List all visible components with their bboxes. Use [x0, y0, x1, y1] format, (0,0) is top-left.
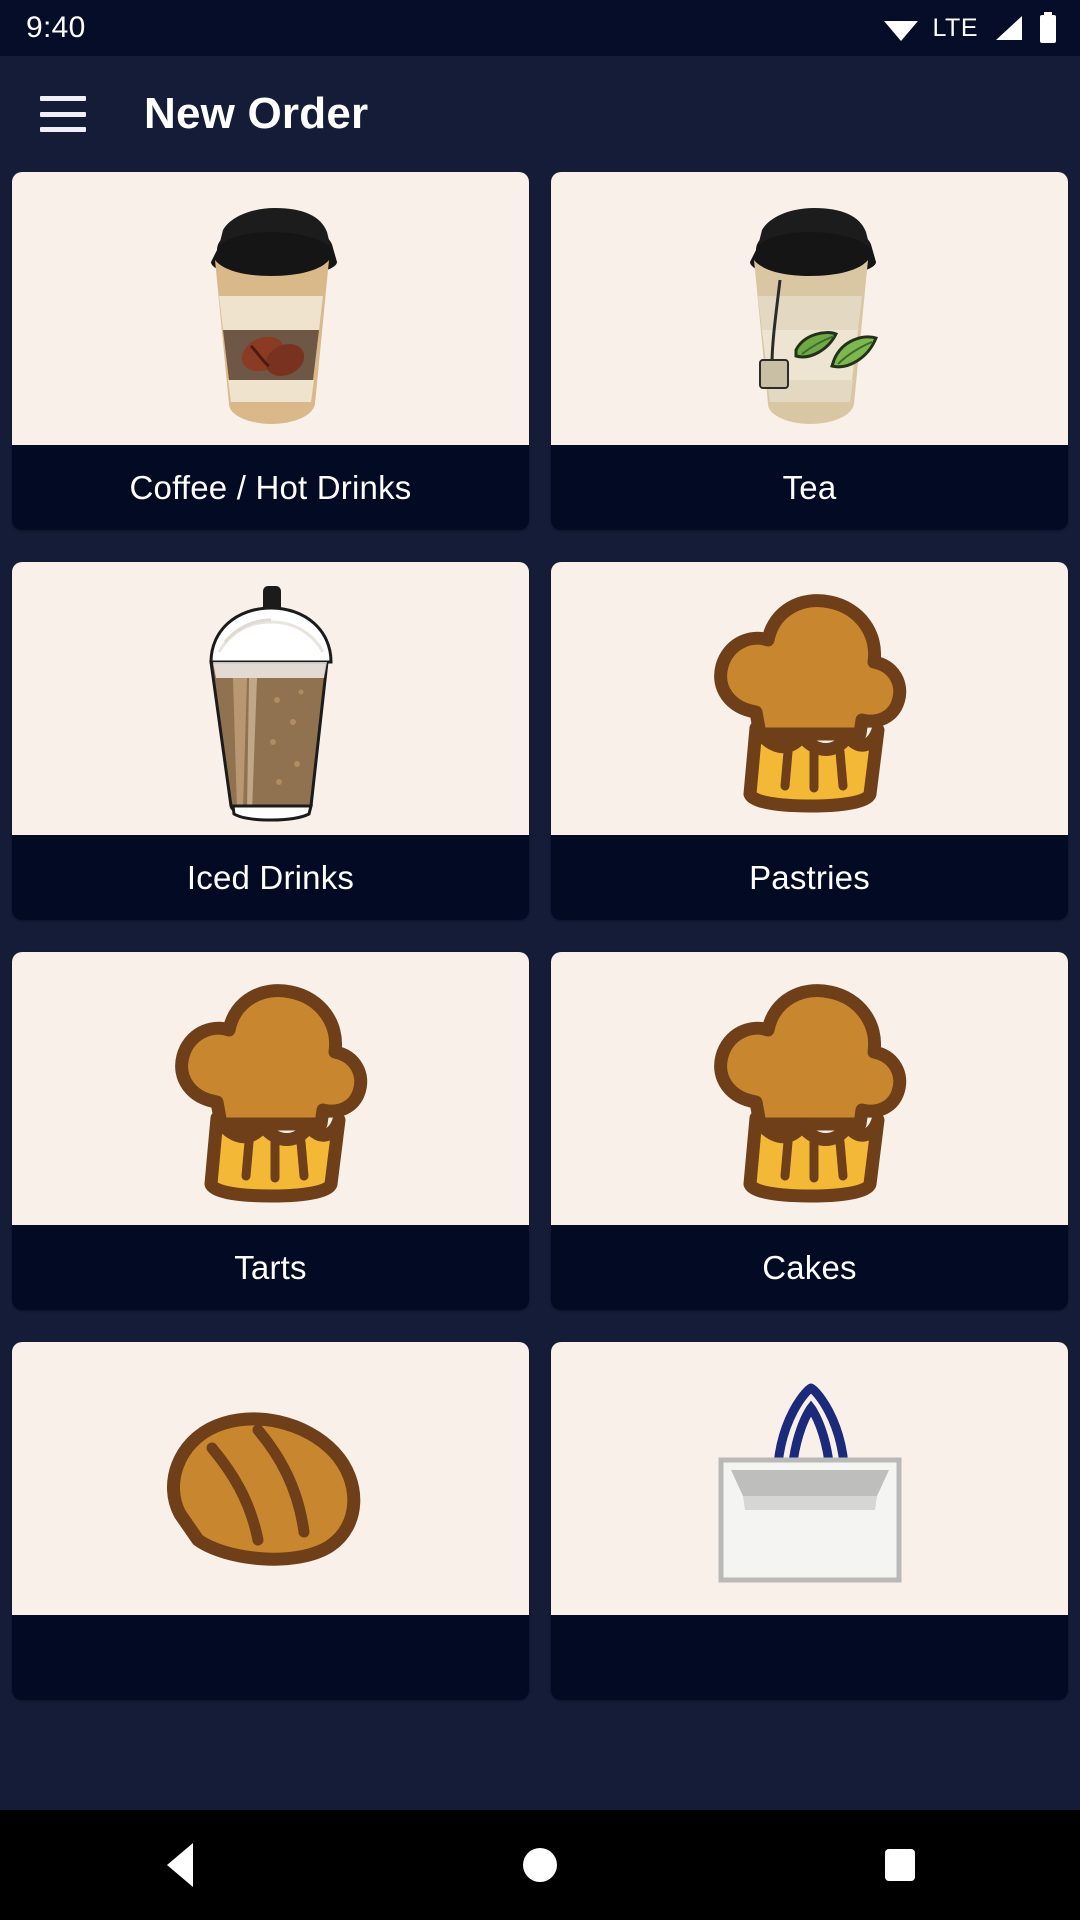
category-thumbnail — [551, 952, 1068, 1225]
recents-square-icon — [885, 1849, 915, 1881]
hamburger-line — [40, 111, 86, 117]
category-thumbnail — [551, 562, 1068, 835]
wifi-icon — [883, 14, 919, 42]
cellular-signal-icon — [992, 14, 1024, 42]
page-title: New Order — [144, 89, 369, 138]
category-label: Coffee / Hot Drinks — [129, 468, 412, 506]
back-triangle-icon — [167, 1843, 193, 1887]
category-thumbnail — [12, 1342, 529, 1615]
battery-icon — [1038, 12, 1058, 44]
category-card-tea[interactable]: Tea — [551, 172, 1068, 530]
muffin-icon — [151, 974, 391, 1204]
status-bar-clock: 9:40 — [26, 11, 86, 44]
nav-home-button[interactable] — [480, 1810, 600, 1920]
app-screen: 9:40 LTE New Order Coffee / Hot Drinks T… — [0, 0, 1080, 1920]
hamburger-menu-icon[interactable] — [40, 96, 86, 132]
muffin-icon — [690, 584, 930, 814]
iced-drink-icon — [181, 574, 361, 824]
category-label: Tarts — [234, 1248, 307, 1286]
app-bar: New Order — [0, 56, 1080, 172]
category-grid: Coffee / Hot Drinks Tea Iced Drinks Past… — [0, 172, 1080, 1700]
hamburger-line — [40, 96, 86, 101]
category-card-iced-drinks[interactable]: Iced Drinks — [12, 562, 529, 920]
category-thumbnail — [551, 1342, 1068, 1615]
category-label: Tea — [782, 468, 837, 506]
category-label: Cakes — [762, 1248, 857, 1286]
category-card-bag[interactable] — [551, 1342, 1068, 1700]
category-label — [551, 1615, 1068, 1700]
category-card-pastries[interactable]: Pastries — [551, 562, 1068, 920]
category-thumbnail — [12, 562, 529, 835]
category-card-bread[interactable] — [12, 1342, 529, 1700]
category-card-cakes[interactable]: Cakes — [551, 952, 1068, 1310]
status-bar: 9:40 LTE — [0, 0, 1080, 56]
category-label — [12, 1615, 529, 1700]
category-thumbnail — [551, 172, 1068, 445]
category-card-tarts[interactable]: Tarts — [12, 952, 529, 1310]
category-card-coffee-hot-drinks[interactable]: Coffee / Hot Drinks — [12, 172, 529, 530]
nav-recents-button[interactable] — [840, 1810, 960, 1920]
category-thumbnail — [12, 952, 529, 1225]
coffee-cup-icon — [171, 184, 371, 434]
tea-cup-icon — [710, 184, 910, 434]
hamburger-line — [40, 127, 86, 132]
category-thumbnail — [12, 172, 529, 445]
muffin-icon — [690, 974, 930, 1204]
shopping-bag-icon — [685, 1364, 935, 1594]
category-grid-scroll[interactable]: Coffee / Hot Drinks Tea Iced Drinks Past… — [0, 172, 1080, 1920]
status-bar-icons: LTE — [883, 12, 1059, 44]
category-label: Pastries — [749, 858, 870, 896]
category-label: Iced Drinks — [186, 858, 355, 896]
nav-back-button[interactable] — [120, 1810, 240, 1920]
home-circle-icon — [523, 1848, 557, 1882]
bread-loaf-icon — [146, 1364, 396, 1594]
lte-label: LTE — [932, 13, 978, 42]
android-nav-bar — [0, 1810, 1080, 1920]
